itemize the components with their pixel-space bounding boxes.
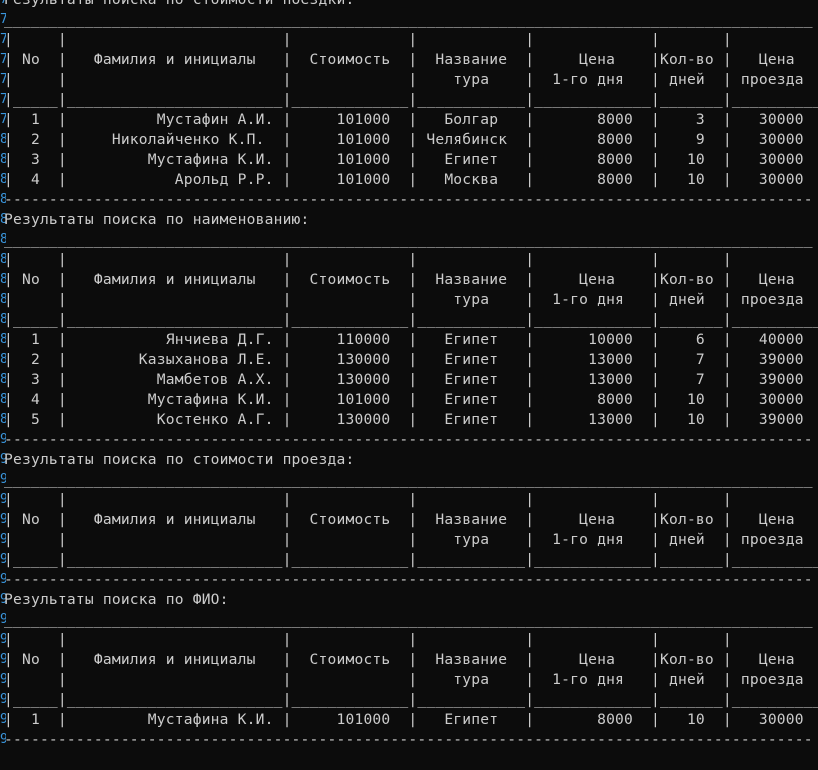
console-line: | | | | тура | 1-го дня | дней | проезда… <box>4 531 818 548</box>
console-line: | | | | | | | | <box>4 631 818 648</box>
console-line: | | | | | | | | <box>4 251 818 268</box>
console-line: | No | Фамилия и инициалы | Стоимость | … <box>4 271 818 288</box>
console-line: | 3 | Мустафина К.И. | 101000 | Египет |… <box>4 151 818 168</box>
console-line: | 1 | Мустафин А.И. | 101000 | Болгар | … <box>4 111 818 128</box>
console-line: ________________________________________… <box>4 231 813 248</box>
console-line: | No | Фамилия и инициалы | Стоимость | … <box>4 51 818 68</box>
console-output: Результаты поиска по стоимости поездки:_… <box>4 0 818 750</box>
console-line: Результаты поиска по стоимости поездки: <box>4 0 818 10</box>
console-line: |_____|________________________|________… <box>4 311 818 328</box>
console-line: | 1 | Янчиева Д.Г. | 110000 | Египет | 1… <box>4 331 818 348</box>
console-line: |_____|________________________|________… <box>4 691 818 708</box>
console-line: | 3 | Мамбетов А.Х. | 130000 | Египет | … <box>4 371 818 388</box>
console-line: | 2 | Николайченко К.П. | 101000 | Челяб… <box>4 131 818 148</box>
console-line: | No | Фамилия и инициалы | Стоимость | … <box>4 651 818 668</box>
console-line: | 2 | Казыханова Л.Е. | 130000 | Египет … <box>4 351 818 368</box>
console-line: | | | | тура | 1-го дня | дней | проезда… <box>4 71 818 88</box>
console-window[interactable]: 77777778888888888888889999999999999999 Р… <box>0 0 818 770</box>
console-line: | 4 | Арольд Р.Р. | 101000 | Москва | 80… <box>4 171 818 188</box>
console-line: | 5 | Костенко А.Г. | 130000 | Египет | … <box>4 411 818 428</box>
console-line: | 4 | Мустафина К.И. | 101000 | Египет |… <box>4 391 818 408</box>
console-line: Результаты поиска по ФИО: <box>4 591 229 608</box>
console-line: Результаты поиска по стоимости проезда: <box>4 451 355 468</box>
console-line: | 1 | Мустафина К.И. | 101000 | Египет |… <box>4 711 818 728</box>
console-line: ________________________________________… <box>4 471 813 488</box>
console-line: ________________________________________… <box>4 611 813 628</box>
console-line: | | | | | | | | <box>4 491 818 508</box>
console-line: Результаты поиска по наименованию: <box>4 211 310 228</box>
console-line: ----------------------------------------… <box>4 571 813 588</box>
console-line: ----------------------------------------… <box>4 431 813 448</box>
console-line: | | | | тура | 1-го дня | дней | проезда… <box>4 291 818 308</box>
console-line: ----------------------------------------… <box>4 191 813 208</box>
console-line: | No | Фамилия и инициалы | Стоимость | … <box>4 511 818 528</box>
console-line: ________________________________________… <box>4 11 813 28</box>
console-line: |_____|________________________|________… <box>4 551 818 568</box>
console-line: ----------------------------------------… <box>4 731 813 748</box>
console-line: |_____|________________________|________… <box>4 91 818 108</box>
console-line: | | | | тура | 1-го дня | дней | проезда… <box>4 671 818 688</box>
console-line: | | | | | | | | <box>4 31 818 48</box>
